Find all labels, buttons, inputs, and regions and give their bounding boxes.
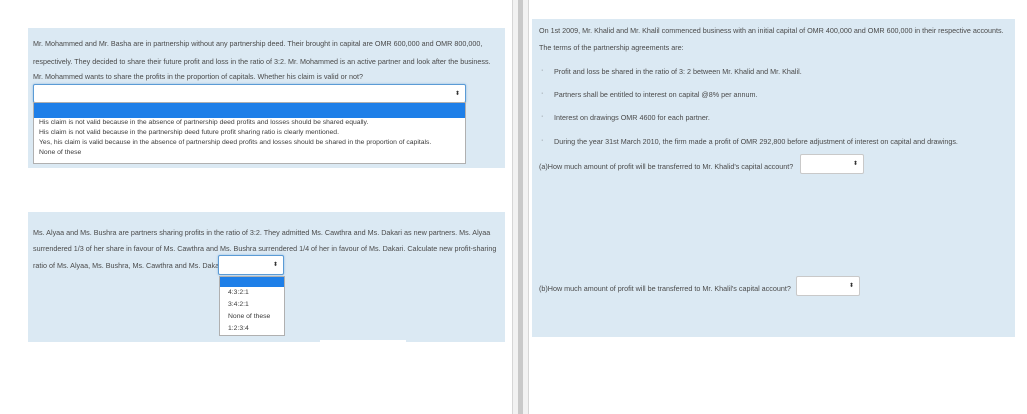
- select-arrow-icon: ⬍: [454, 90, 460, 97]
- bullet-icon: ·: [541, 67, 544, 74]
- question-2-option[interactable]: None of these: [220, 311, 284, 323]
- question-1-option[interactable]: None of these: [34, 148, 465, 158]
- select-arrow-icon: ⬍: [272, 262, 278, 268]
- question-3-term: During the year 31st March 2010, the fir…: [554, 137, 958, 146]
- select-arrow-icon: ⬍: [852, 161, 858, 167]
- question-3-term: Profit and loss be shared in the ratio o…: [554, 67, 802, 76]
- question-2-option-blank[interactable]: [220, 277, 284, 287]
- bullet-icon: ·: [541, 90, 544, 97]
- question-3-part-b-select[interactable]: ⬍: [796, 276, 860, 296]
- question-1-text-line-3: Mr. Mohammed wants to share the profits …: [33, 72, 363, 81]
- bullet-icon: ·: [541, 137, 544, 144]
- question-3-part-a-select[interactable]: ⬍: [800, 154, 864, 174]
- question-3-term: Partners shall be entitled to interest o…: [554, 90, 758, 99]
- splitter-handle[interactable]: [518, 0, 523, 414]
- question-1-text-line-2: respectively. They decided to share thei…: [33, 57, 491, 66]
- question-2-option[interactable]: 3:4:2:1: [220, 299, 284, 311]
- left-pane: Mr. Mohammed and Mr. Basha are in partne…: [0, 0, 512, 414]
- question-1-answer-select[interactable]: ⬍: [33, 84, 466, 103]
- pane-splitter[interactable]: [512, 0, 529, 414]
- bullet-icon: ·: [541, 113, 544, 120]
- question-2-option[interactable]: 4:3:2:1: [220, 287, 284, 299]
- question-2-text-line-1: Ms. Alyaa and Ms. Bushra are partners sh…: [33, 228, 491, 237]
- question-2-option[interactable]: 1:2:3:4: [220, 323, 284, 335]
- question-1-option[interactable]: His claim is not valid because in the pa…: [34, 128, 465, 138]
- question-3-intro: On 1st 2009, Mr. Khalid and Mr. Khalil c…: [539, 26, 1004, 35]
- question-2-answer-select[interactable]: ⬍: [218, 255, 284, 275]
- question-2-text-line-3: ratio of Ms. Alyaa, Ms. Bushra, Ms. Cawt…: [33, 261, 226, 270]
- question-3-terms-heading: The terms of the partnership agreements …: [539, 43, 684, 52]
- question-3-term: Interest on drawings OMR 4600 for each p…: [554, 113, 710, 122]
- question-1-text-line-1: Mr. Mohammed and Mr. Basha are in partne…: [33, 39, 483, 48]
- question-3-part-b: (b)How much amount of profit will be tra…: [539, 284, 791, 293]
- hidden-select-edge: [320, 340, 406, 342]
- question-card-3: On 1st 2009, Mr. Khalid and Mr. Khalil c…: [532, 19, 1015, 337]
- right-pane: On 1st 2009, Mr. Khalid and Mr. Khalil c…: [529, 0, 1027, 414]
- question-1-option[interactable]: His claim is not valid because in the ab…: [34, 118, 465, 128]
- question-2-dropdown-list: 4:3:2:1 3:4:2:1 None of these 1:2:3:4: [219, 276, 285, 336]
- question-3-part-a: (a)How much amount of profit will be tra…: [539, 162, 794, 171]
- select-arrow-icon: ⬍: [848, 283, 854, 289]
- question-1-option[interactable]: Yes, his claim is valid because in the a…: [34, 138, 465, 148]
- question-2-text-line-2: surrendered 1/3 of her share in favour o…: [33, 244, 497, 253]
- question-1-dropdown-list: His claim is not valid because in the ab…: [33, 102, 466, 164]
- question-1-option-blank[interactable]: [34, 103, 465, 118]
